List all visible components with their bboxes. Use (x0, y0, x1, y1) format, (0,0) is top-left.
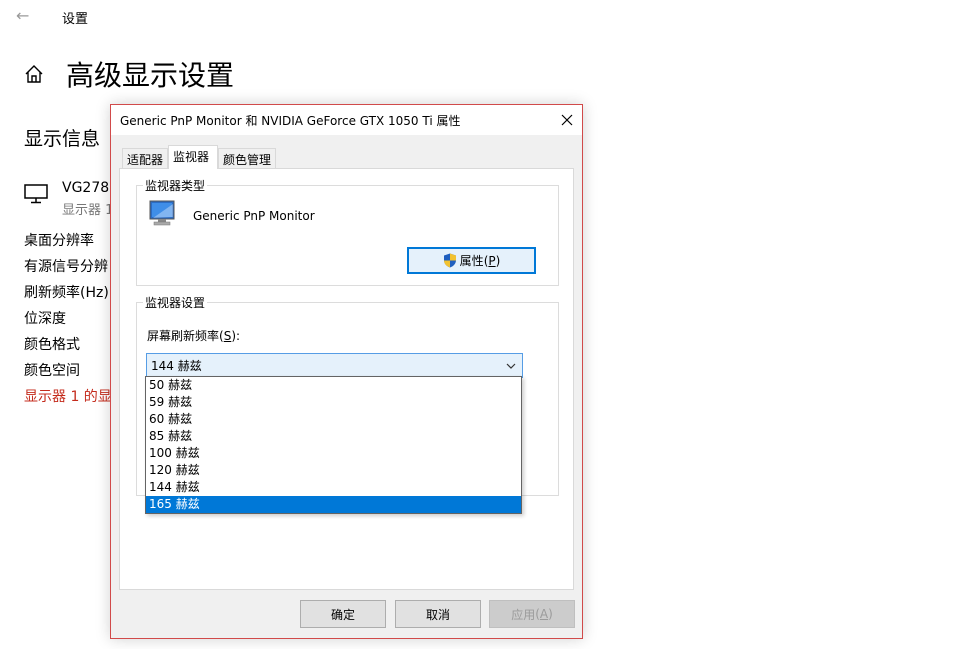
refresh-rate-option[interactable]: 60 赫兹 (146, 411, 521, 428)
dialog-title: Generic PnP Monitor 和 NVIDIA GeForce GTX… (120, 114, 461, 128)
refresh-rate-select[interactable]: 144 赫兹 (146, 353, 523, 378)
back-arrow-icon[interactable]: ← (16, 6, 29, 25)
close-icon (561, 114, 573, 126)
info-active-signal-resolution: 有源信号分辨 (24, 259, 108, 275)
refresh-rate-accesskey: S (223, 329, 232, 343)
info-color-format: 颜色格式 (24, 337, 80, 353)
ok-button[interactable]: 确定 (300, 600, 386, 628)
display-adapter-properties-link[interactable]: 显示器 1 的显 (24, 386, 112, 406)
cancel-button[interactable]: 取消 (395, 600, 481, 628)
monitor-device-icon (147, 198, 179, 234)
dialog-titlebar[interactable]: Generic PnP Monitor 和 NVIDIA GeForce GTX… (111, 105, 582, 135)
refresh-rate-option[interactable]: 144 赫兹 (146, 479, 521, 496)
info-desktop-resolution: 桌面分辨率 (24, 233, 94, 249)
refresh-rate-dropdown-list: 50 赫兹 59 赫兹 60 赫兹 85 赫兹 100 赫兹 120 赫兹 14… (145, 376, 522, 514)
tab-adapter[interactable]: 适配器 (122, 148, 168, 168)
apply-label: 应用 (511, 607, 536, 622)
monitor-subtitle: 显示器 1 (62, 203, 114, 218)
refresh-rate-option[interactable]: 59 赫兹 (146, 394, 521, 411)
monitor-type-group-label: 监视器类型 (143, 177, 208, 194)
monitor-properties-accesskey: P (488, 253, 496, 268)
monitor-icon (24, 184, 50, 208)
monitor-properties-button[interactable]: 属性(P) (407, 247, 536, 274)
refresh-rate-label-text: 屏幕刷新频率 (147, 329, 220, 343)
close-button[interactable] (552, 105, 582, 135)
home-icon (24, 64, 44, 88)
properties-dialog: Generic PnP Monitor 和 NVIDIA GeForce GTX… (110, 104, 583, 639)
monitor-properties-label: 属性 (459, 254, 484, 268)
monitor-settings-group-label: 监视器设置 (143, 294, 208, 311)
page-title: 高级显示设置 (66, 59, 235, 92)
refresh-rate-option[interactable]: 120 赫兹 (146, 462, 521, 479)
info-color-space: 颜色空间 (24, 363, 80, 379)
refresh-rate-label: 屏幕刷新频率(S): (147, 329, 241, 343)
info-refresh-rate: 刷新频率(Hz) (24, 285, 109, 301)
tab-color-management[interactable]: 颜色管理 (218, 148, 276, 168)
chevron-down-icon (506, 363, 516, 369)
monitor-type-group: 监视器类型 Generic PnP Monitor 属性(P) (136, 177, 559, 286)
apply-accesskey: A (539, 607, 549, 621)
refresh-rate-option[interactable]: 100 赫兹 (146, 445, 521, 462)
refresh-rate-selected-value: 144 赫兹 (151, 359, 202, 373)
apply-button[interactable]: 应用(A) (489, 600, 575, 628)
section-title: 显示信息 (24, 128, 101, 150)
tab-monitor[interactable]: 监视器 (168, 145, 218, 169)
monitor-type-name: Generic PnP Monitor (193, 209, 315, 223)
refresh-rate-option[interactable]: 85 赫兹 (146, 428, 521, 445)
nav-title: 设置 (62, 12, 89, 27)
info-bit-depth: 位深度 (24, 311, 66, 327)
refresh-rate-option[interactable]: 50 赫兹 (146, 377, 521, 394)
refresh-rate-option-highlighted[interactable]: 165 赫兹 (146, 496, 521, 513)
uac-shield-icon (443, 253, 456, 268)
monitor-name: VG278 (62, 180, 110, 196)
